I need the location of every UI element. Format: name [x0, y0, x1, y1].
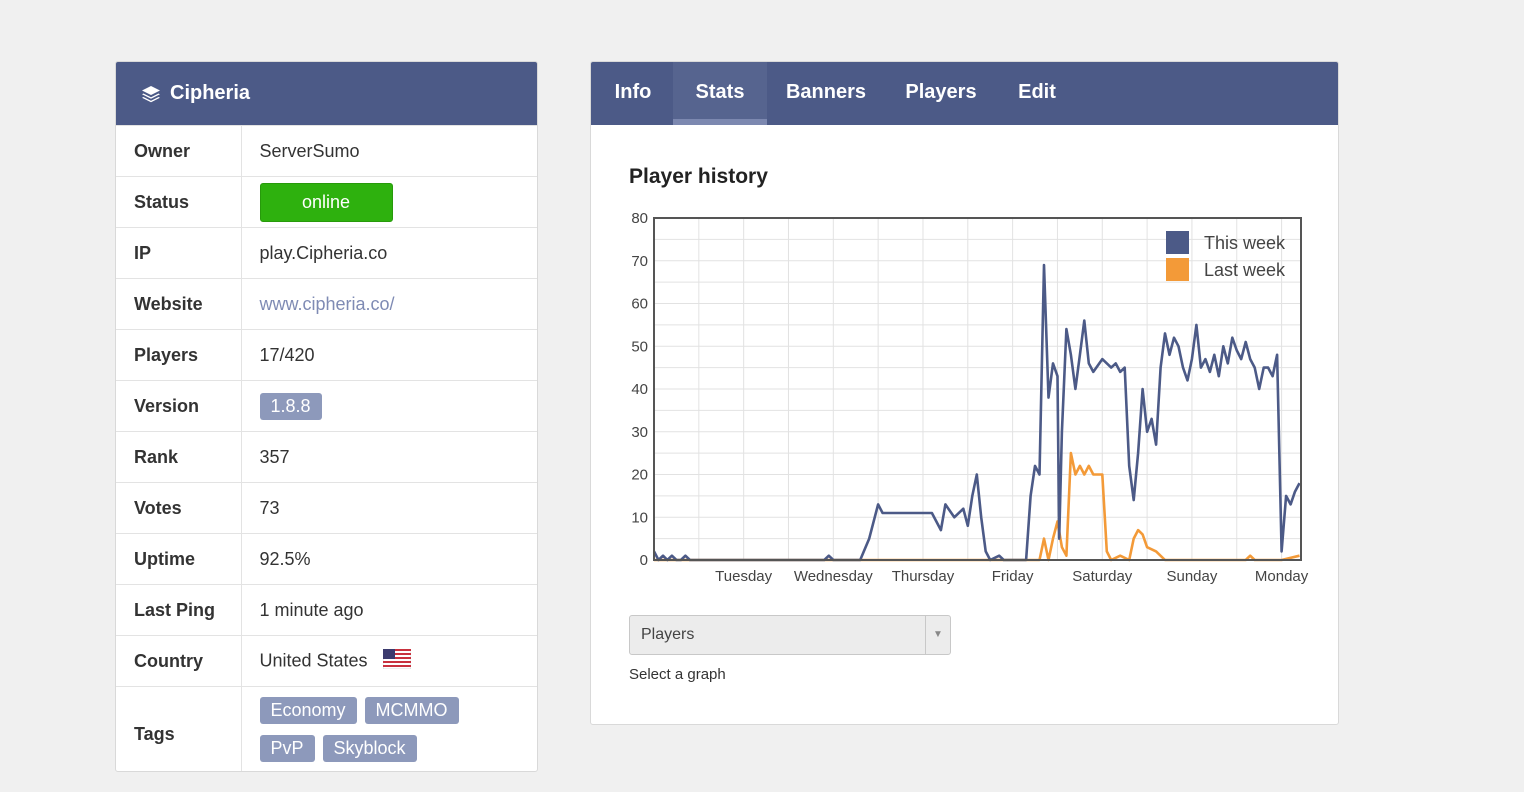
server-info-card: Cipheria Owner ServerSumo Status online … — [115, 61, 538, 772]
legend-label: Last week — [1204, 260, 1286, 280]
detail-row-version: Version 1.8.8 — [116, 380, 537, 432]
server-details-table: Owner ServerSumo Status online IP play.C… — [116, 125, 538, 771]
country-label: Country — [116, 635, 242, 687]
last-ping-label: Last Ping — [116, 584, 242, 636]
tab-stats[interactable]: Stats — [673, 62, 767, 125]
rank-label: Rank — [116, 431, 242, 483]
detail-row-players: Players 17/420 — [116, 329, 537, 381]
owner-value: ServerSumo — [241, 125, 537, 177]
y-tick-label: 80 — [631, 210, 648, 227]
tab-info[interactable]: Info — [593, 62, 673, 125]
uptime-label: Uptime — [116, 533, 242, 585]
detail-row-owner: Owner ServerSumo — [116, 125, 537, 177]
country-value: United States — [259, 649, 368, 670]
website-label: Website — [116, 278, 242, 330]
detail-row-website: Website www.cipheria.co/ — [116, 278, 537, 330]
tags-list: Economy MCMMO PvP Skyblock — [259, 687, 538, 771]
x-tick-label: Monday — [1255, 568, 1309, 585]
tag-badge[interactable]: MCMMO — [364, 697, 459, 724]
y-tick-label: 0 — [640, 552, 648, 569]
detail-row-tags: Tags Economy MCMMO PvP Skyblock — [116, 686, 538, 771]
players-label: Players — [116, 329, 242, 381]
y-tick-label: 70 — [631, 253, 648, 270]
owner-label: Owner — [116, 125, 242, 177]
x-tick-label: Wednesday — [794, 568, 873, 585]
y-tick-label: 10 — [631, 509, 648, 526]
chart-title: Player history — [629, 165, 768, 188]
tag-badge[interactable]: Skyblock — [322, 735, 417, 762]
server-header: Cipheria — [116, 62, 537, 125]
uptime-value: 92.5% — [241, 533, 537, 585]
detail-row-country: Country United States — [116, 635, 537, 687]
y-tick-label: 50 — [631, 338, 648, 355]
tab-edit[interactable]: Edit — [997, 62, 1077, 125]
y-tick-label: 60 — [631, 296, 648, 313]
x-tick-label: Saturday — [1072, 568, 1133, 585]
tags-label: Tags — [116, 686, 242, 771]
detail-row-uptime: Uptime 92.5% — [116, 533, 537, 585]
player-history-chart: 0 10 20 30 40 50 60 70 80 Tuesday Wednesday Thursda… — [631, 210, 1309, 585]
ip-label: IP — [116, 227, 242, 279]
y-tick-label: 30 — [631, 424, 648, 441]
ip-value: play.Cipheria.co — [241, 227, 537, 279]
graph-select[interactable]: Players ▼ — [629, 615, 951, 655]
legend-swatch — [1166, 258, 1189, 281]
players-value: 17/420 — [241, 329, 537, 381]
layers-icon — [140, 83, 162, 105]
detail-row-ip: IP play.Cipheria.co — [116, 227, 537, 279]
detail-row-rank: Rank 357 — [116, 431, 537, 483]
tab-banners[interactable]: Banners — [767, 62, 885, 125]
last-ping-value: 1 minute ago — [241, 584, 537, 636]
x-tick-label: Tuesday — [715, 568, 772, 585]
x-tick-label: Friday — [992, 568, 1034, 585]
detail-row-last-ping: Last Ping 1 minute ago — [116, 584, 537, 636]
legend-swatch — [1166, 231, 1189, 254]
x-tick-label: Thursday — [892, 568, 955, 585]
status-label: Status — [116, 176, 242, 228]
y-tick-label: 40 — [631, 381, 648, 398]
y-tick-label: 20 — [631, 467, 648, 484]
tag-badge[interactable]: Economy — [259, 697, 357, 724]
votes-label: Votes — [116, 482, 242, 534]
us-flag-icon — [382, 648, 411, 674]
x-tick-label: Sunday — [1166, 568, 1217, 585]
stats-card: Info Stats Banners Players Edit Player h… — [590, 61, 1339, 725]
legend-label: This week — [1204, 233, 1286, 253]
version-badge: 1.8.8 — [259, 392, 322, 420]
website-link[interactable]: www.cipheria.co/ — [260, 294, 395, 314]
rank-value: 357 — [241, 431, 537, 483]
chevron-down-icon[interactable]: ▼ — [925, 616, 950, 654]
status-badge: online — [259, 182, 393, 222]
detail-row-status: Status online — [116, 176, 537, 228]
detail-row-votes: Votes 73 — [116, 482, 537, 534]
tab-players[interactable]: Players — [885, 62, 997, 125]
server-name: Cipheria — [170, 82, 251, 104]
graph-select-value: Players — [641, 626, 695, 643]
graph-select-caption: Select a graph — [629, 666, 726, 683]
tab-bar: Info Stats Banners Players Edit — [591, 62, 1338, 125]
votes-value: 73 — [241, 482, 537, 534]
tag-badge[interactable]: PvP — [259, 735, 315, 762]
version-label: Version — [116, 380, 242, 432]
